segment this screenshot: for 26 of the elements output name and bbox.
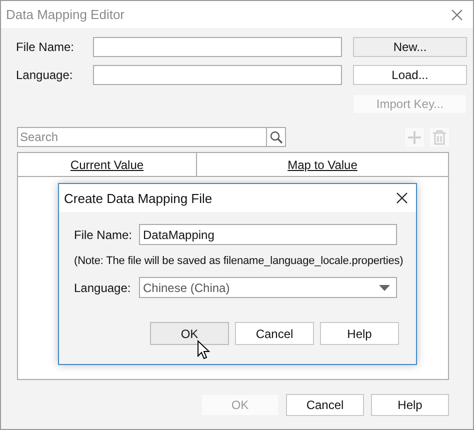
input-field[interactable] <box>93 37 342 57</box>
side-button[interactable]: New... <box>353 37 467 57</box>
field-label: File Name: <box>74 228 134 242</box>
dropdown-arrow-icon[interactable] <box>379 284 390 290</box>
dialog-button[interactable]: Cancel <box>235 322 314 345</box>
side-button[interactable]: Load... <box>353 65 467 85</box>
dialog-button[interactable]: Help <box>320 322 399 345</box>
input-field[interactable] <box>93 65 342 85</box>
dialog-title: Create Data Mapping File <box>64 190 212 206</box>
search-icon <box>270 130 282 144</box>
dialog-button[interactable]: Help <box>371 394 449 416</box>
search-field[interactable]: Search <box>17 127 267 147</box>
dialog-button[interactable]: Cancel <box>286 394 364 416</box>
field-label: Language: <box>74 280 132 294</box>
note-text: (Note: The file will be saved as filename_language_locale.properties) <box>74 254 404 268</box>
language-dropdown[interactable]: Chinese (China) <box>139 277 397 298</box>
window-title: Data Mapping Editor <box>6 7 125 22</box>
search-button[interactable] <box>267 127 286 147</box>
field-label: File Name: <box>16 40 76 54</box>
field-label: Language: <box>16 68 74 82</box>
close-icon[interactable] <box>396 192 408 204</box>
column-header[interactable]: Map to Value <box>288 158 358 172</box>
pointer-cursor-icon <box>197 340 210 360</box>
dialog-button[interactable]: OK <box>150 322 229 345</box>
file-name-field[interactable]: DataMapping <box>139 224 397 245</box>
column-header[interactable]: Current Value <box>70 158 144 172</box>
